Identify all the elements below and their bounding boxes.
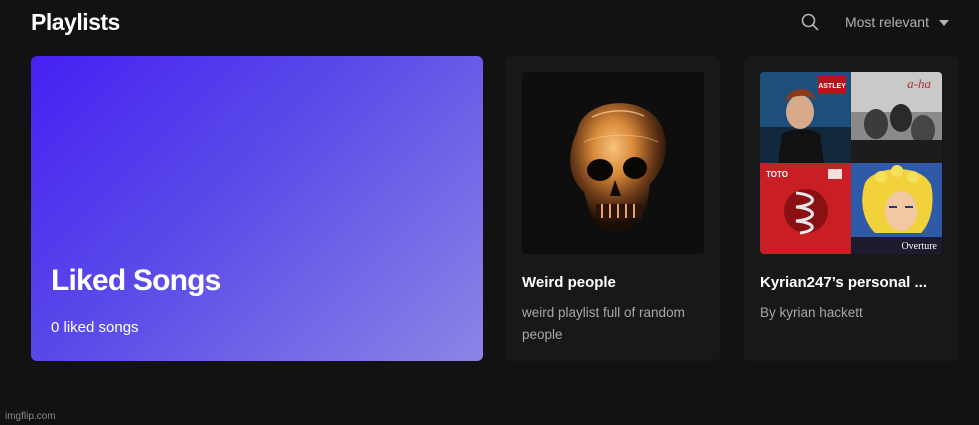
playlist-description: By kyrian hackett xyxy=(760,305,863,320)
playlist-description: weird playlist full of random people xyxy=(522,305,685,342)
liked-songs-count: 0 liked songs xyxy=(51,319,139,336)
search-icon xyxy=(801,13,819,31)
playlist-cover-skull xyxy=(522,72,704,254)
album-art-toto: TOTO xyxy=(760,163,851,254)
playlist-card-kyrian[interactable]: ASTLEY a-ha TOTO Overture Kyrian247’s pe… xyxy=(744,56,958,361)
skull-image xyxy=(522,72,704,254)
toto-logo-text: TOTO xyxy=(766,170,788,179)
caret-down-icon xyxy=(939,19,949,26)
album-art-rick-astley: ASTLEY xyxy=(760,72,851,163)
album-art-jojo-overture: Overture xyxy=(851,163,942,254)
playlist-card-weird-people[interactable]: Weird people weird playlist full of rand… xyxy=(506,56,720,361)
playlists-header: Playlists Most relevant xyxy=(31,6,949,38)
playlist-name: Kyrian247’s personal ... xyxy=(760,274,928,291)
astley-logo-text: ASTLEY xyxy=(818,83,846,90)
liked-songs-card[interactable]: Liked Songs 0 liked songs xyxy=(31,56,483,361)
search-button[interactable] xyxy=(799,11,821,33)
playlist-name: Weird people xyxy=(522,274,616,291)
overture-text: Overture xyxy=(901,241,937,252)
header-controls: Most relevant xyxy=(799,11,949,33)
album-art-aha: a-ha xyxy=(851,72,942,163)
sort-dropdown[interactable]: Most relevant xyxy=(845,14,949,30)
aha-logo-text: a-ha xyxy=(907,76,931,91)
sort-label: Most relevant xyxy=(844,14,929,30)
playlist-cover-mosaic: ASTLEY a-ha TOTO Overture xyxy=(760,72,942,254)
watermark: imgflip.com xyxy=(5,411,56,422)
page-title: Playlists xyxy=(31,8,120,35)
liked-songs-title: Liked Songs xyxy=(51,264,221,297)
